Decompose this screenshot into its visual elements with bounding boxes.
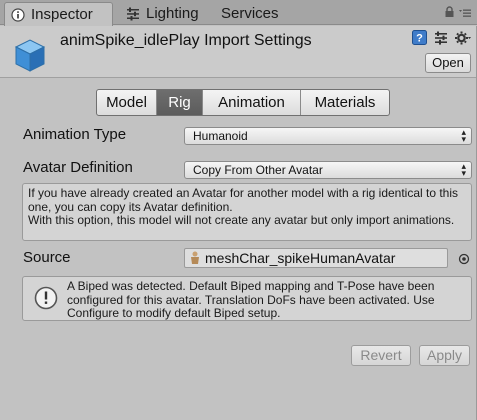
tab-materials[interactable]: Materials	[301, 90, 389, 115]
model-cube-icon	[10, 35, 50, 75]
menu-icon[interactable]	[459, 5, 471, 21]
dropdown-arrows-icon: ▴ ▾	[461, 127, 466, 144]
importer-tab-bar: Model Rig Animation Materials	[96, 89, 390, 116]
avatar-definition-value: Copy From Other Avatar	[193, 163, 323, 177]
copy-avatar-help-box: If you have already created an Avatar fo…	[22, 183, 472, 241]
asset-title: animSpike_idlePlay Import Settings	[60, 32, 312, 49]
avatar-icon	[190, 251, 200, 265]
animation-type-dropdown[interactable]: Humanoid ▴ ▾	[184, 127, 472, 145]
source-value: meshChar_spikeHumanAvatar	[205, 250, 396, 266]
tab-lighting-label: Lighting	[146, 5, 199, 22]
tab-animation[interactable]: Animation	[203, 90, 301, 115]
tab-services-label: Services	[221, 5, 279, 22]
open-button[interactable]: Open	[425, 53, 471, 73]
lighting-icon	[126, 7, 140, 21]
source-object-field[interactable]: meshChar_spikeHumanAvatar	[184, 248, 448, 268]
tab-model[interactable]: Model	[97, 90, 157, 115]
tab-rig[interactable]: Rig	[157, 90, 203, 115]
info-icon	[11, 7, 25, 22]
revert-button[interactable]: Revert	[351, 345, 411, 366]
settings-gear-icon[interactable]	[455, 31, 471, 48]
source-label: Source	[23, 249, 71, 266]
dropdown-arrows-icon: ▴ ▾	[461, 161, 466, 178]
svg-text:?: ?	[416, 33, 423, 45]
help-icon[interactable]: ?	[412, 30, 427, 48]
tab-inspector[interactable]: Inspector	[4, 2, 113, 26]
tab-inspector-label: Inspector	[31, 6, 93, 23]
avatar-definition-dropdown[interactable]: Copy From Other Avatar ▴ ▾	[184, 161, 472, 179]
tabbar-controls	[444, 5, 471, 21]
tab-lighting[interactable]: Lighting	[124, 2, 199, 25]
object-picker-icon[interactable]	[458, 252, 470, 265]
inspector-header: animSpike_idlePlay Import Settings ? Ope…	[0, 26, 477, 78]
warning-icon	[34, 286, 58, 310]
animation-type-value: Humanoid	[193, 129, 248, 143]
avatar-definition-label: Avatar Definition	[23, 159, 133, 176]
preset-icon[interactable]	[434, 31, 448, 48]
lock-icon[interactable]	[444, 5, 455, 21]
biped-info-text: A Biped was detected. Default Biped mapp…	[67, 279, 435, 320]
copy-avatar-help-text: If you have already created an Avatar fo…	[28, 186, 459, 227]
biped-info-box: A Biped was detected. Default Biped mapp…	[22, 276, 472, 321]
apply-button[interactable]: Apply	[419, 345, 470, 366]
tab-services[interactable]: Services	[221, 2, 279, 25]
animation-type-label: Animation Type	[23, 126, 127, 143]
window-tab-bar: Inspector Lighting Services	[0, 0, 477, 26]
header-icons: ?	[412, 30, 471, 48]
